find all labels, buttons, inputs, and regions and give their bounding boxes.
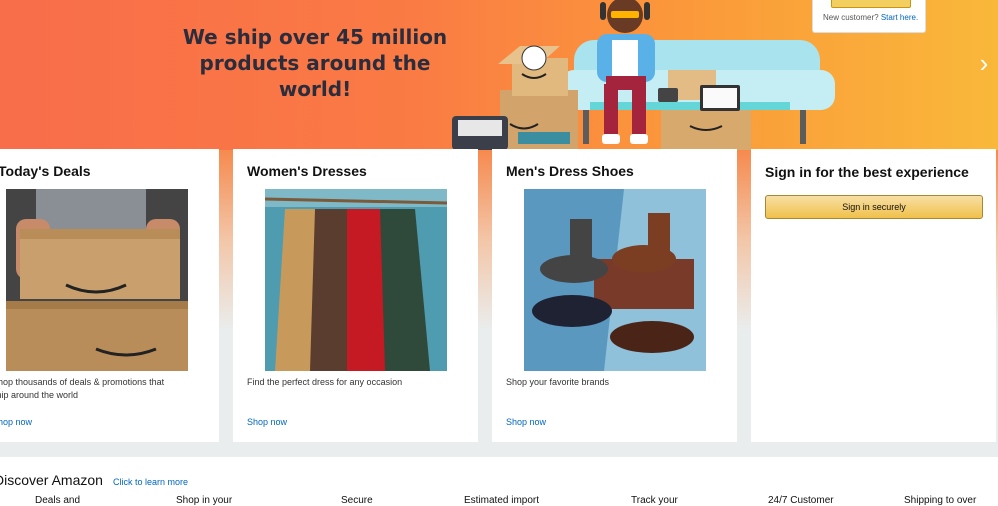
carousel-next-button[interactable]: ›: [976, 46, 992, 80]
camera: [658, 88, 678, 102]
card-title: Today's Deals: [0, 163, 91, 179]
discover-title: Discover Amazon: [0, 472, 103, 488]
discover-item[interactable]: Estimated import: [464, 495, 539, 506]
card-description: Find the perfect dress for any occasion: [247, 377, 403, 387]
new-customer-text: New customer? Start here.: [823, 13, 919, 22]
shoes-image[interactable]: [524, 189, 706, 371]
discover-amazon-section: Discover Amazon Click to learn more Deal…: [0, 457, 998, 506]
card-signin: Sign in for the best experience Sign in …: [751, 149, 996, 442]
discover-item[interactable]: Shop in your: [176, 495, 232, 506]
deals-image[interactable]: [6, 189, 188, 371]
discover-item[interactable]: 24/7 Customer: [768, 495, 834, 506]
start-here-link[interactable]: Start here.: [881, 13, 918, 22]
card-title: Women's Dresses: [247, 163, 367, 179]
card-description: Shop thousands of deals & promotions tha…: [0, 377, 165, 400]
discover-item[interactable]: Secure: [341, 495, 373, 506]
card-todays-deals: Today's Deals Shop thousands of deals & …: [0, 149, 219, 442]
shop-now-link[interactable]: Shop now: [247, 417, 287, 427]
signin-popover: New customer? Start here.: [812, 0, 926, 33]
discover-item[interactable]: Shipping to over: [904, 495, 976, 506]
shop-now-link[interactable]: Shop now: [0, 417, 32, 427]
card-title: Men's Dress Shoes: [506, 163, 634, 179]
signin-title: Sign in for the best experience: [765, 164, 969, 180]
shop-now-link[interactable]: Shop now: [506, 417, 546, 427]
discover-item[interactable]: Track your: [631, 495, 678, 506]
learn-more-link[interactable]: Click to learn more: [113, 477, 188, 487]
discover-item[interactable]: Deals and: [35, 495, 80, 506]
card-womens-dresses: Women's Dresses Find the perfect dress f…: [233, 149, 478, 442]
popover-signin-button[interactable]: [831, 0, 911, 8]
soccer-ball: [521, 45, 547, 71]
card-description: Shop your favorite brands: [506, 377, 610, 387]
dresses-image[interactable]: [265, 189, 447, 371]
card-mens-dress-shoes: Men's Dress Shoes Shop your favorite bra…: [492, 149, 737, 442]
signin-securely-button[interactable]: Sign in securely: [765, 195, 983, 219]
